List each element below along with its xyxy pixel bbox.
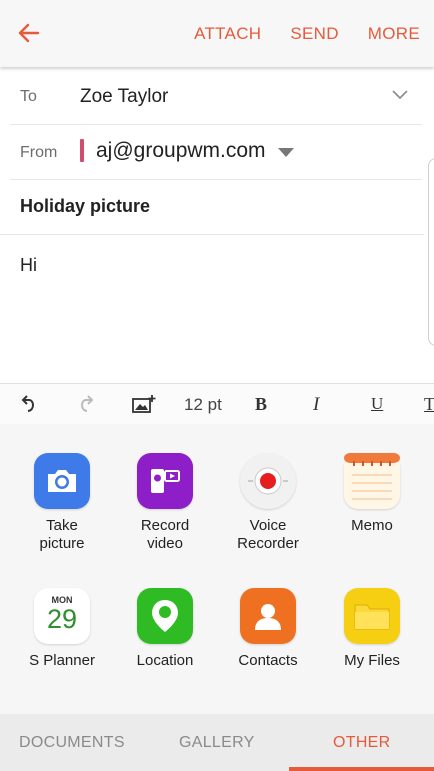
edge-panel-handle[interactable] — [428, 158, 434, 346]
send-button[interactable]: SEND — [290, 24, 338, 44]
dropdown-arrow-icon[interactable] — [278, 148, 294, 157]
to-row[interactable]: To Zoe Taylor — [10, 70, 422, 125]
location-pin-icon — [137, 588, 193, 644]
italic-button[interactable]: I — [313, 394, 319, 416]
to-recipient[interactable]: Zoe Taylor — [80, 86, 168, 108]
selected-tab-indicator — [289, 767, 434, 771]
from-label: From — [20, 144, 58, 161]
tab-other[interactable]: OTHER — [333, 734, 391, 752]
memo-icon — [344, 453, 400, 509]
calendar-icon: MON 29 — [34, 588, 90, 644]
subject-row[interactable]: Holiday picture — [0, 180, 424, 235]
record-video-item[interactable]: Record video — [115, 453, 215, 553]
tab-gallery[interactable]: GALLERY — [179, 734, 255, 752]
redo-icon[interactable] — [77, 392, 95, 414]
attach-button[interactable]: ATTACH — [194, 24, 261, 44]
memo-item[interactable]: Memo — [322, 453, 422, 535]
top-app-bar: ATTACH SEND MORE — [0, 0, 434, 67]
subject-field[interactable]: Holiday picture — [20, 196, 150, 217]
voice-recorder-item[interactable]: Voice Recorder — [218, 453, 318, 553]
account-color-marker — [80, 139, 84, 162]
undo-icon[interactable] — [20, 392, 38, 414]
take-picture-item[interactable]: Take picture — [12, 453, 112, 553]
app-label: Location — [136, 652, 194, 669]
text-color-button[interactable]: T — [424, 394, 434, 415]
app-label: My Files — [344, 652, 400, 669]
calendar-day: 29 — [46, 604, 78, 634]
camera-icon — [34, 453, 90, 509]
font-size-selector[interactable]: 12 pt — [184, 395, 222, 415]
to-label: To — [20, 88, 37, 105]
app-label: Record video — [140, 517, 190, 552]
bold-button[interactable]: B — [255, 394, 267, 415]
s-planner-item[interactable]: MON 29 S Planner — [12, 588, 112, 670]
formatting-toolbar: 12 pt B I U T — [0, 383, 434, 425]
message-body[interactable]: Hi — [20, 255, 37, 276]
app-label: S Planner — [29, 652, 95, 669]
app-label: Take picture — [39, 517, 85, 552]
my-files-item[interactable]: My Files — [322, 588, 422, 670]
from-row[interactable]: From aj@groupwm.com — [10, 125, 422, 180]
location-item[interactable]: Location — [115, 588, 215, 670]
underline-button[interactable]: U — [371, 394, 383, 414]
from-account[interactable]: aj@groupwm.com — [96, 139, 266, 163]
app-label: Contacts — [238, 652, 298, 669]
video-camera-icon — [137, 453, 193, 509]
attachment-tabs: DOCUMENTS GALLERY OTHER — [0, 714, 434, 771]
folder-icon — [344, 588, 400, 644]
contacts-icon — [240, 588, 296, 644]
chevron-down-icon[interactable] — [392, 86, 408, 102]
attachment-panel: Take picture Record video Voice Recorder — [0, 424, 434, 714]
app-label: Voice Recorder — [237, 517, 299, 552]
more-button[interactable]: MORE — [368, 24, 420, 44]
tab-documents[interactable]: DOCUMENTS — [19, 734, 125, 752]
voice-recorder-icon — [240, 453, 296, 509]
app-label: Memo — [351, 517, 393, 534]
insert-image-icon[interactable] — [132, 394, 156, 414]
back-arrow-icon[interactable] — [16, 20, 42, 46]
contacts-item[interactable]: Contacts — [218, 588, 318, 670]
